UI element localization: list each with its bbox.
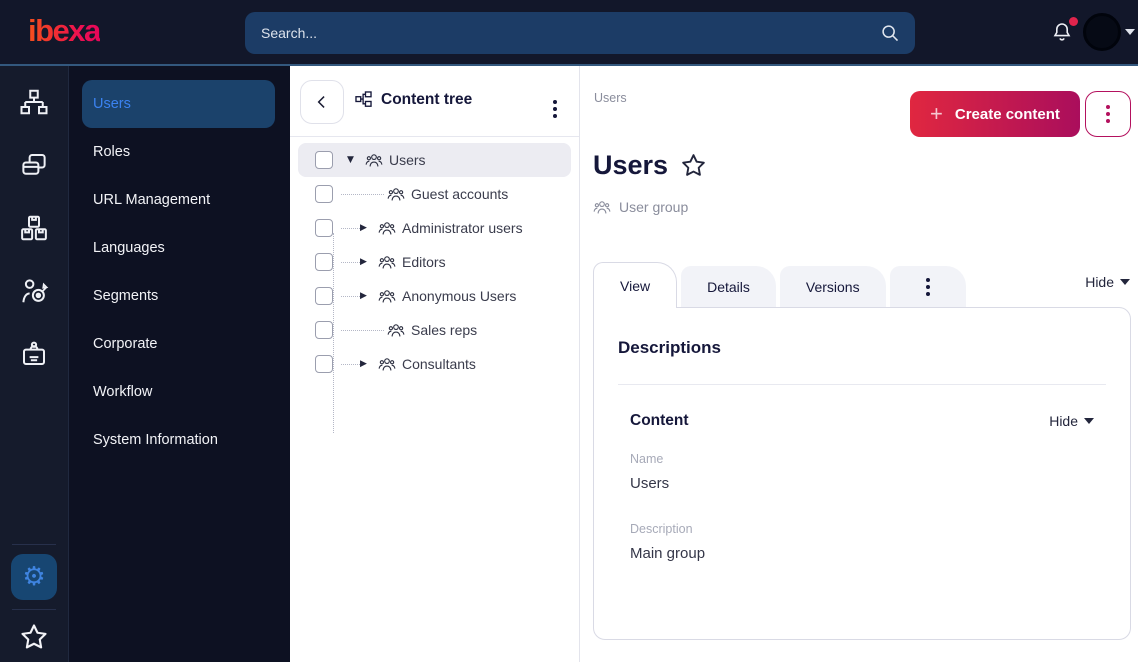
search-input[interactable] (245, 12, 915, 54)
expand-arrow-icon[interactable]: ▶ (360, 291, 375, 301)
user-group-icon (378, 355, 396, 373)
tree-item-sales-reps[interactable]: Sales reps (298, 313, 571, 347)
field-value: Users (630, 475, 670, 492)
expand-arrow-icon[interactable]: ▼ (347, 155, 362, 165)
content-tabs: View Details Versions (593, 262, 970, 308)
sidebar-item-users[interactable]: Users (82, 80, 275, 128)
field-label: Name (630, 452, 664, 466)
rail-bottom-section: ⚙ (0, 544, 68, 662)
user-menu-caret-icon[interactable] (1125, 29, 1135, 35)
user-group-icon (378, 253, 396, 271)
tree-item-administrator-users[interactable]: ▶ Administrator users (298, 211, 571, 245)
tab-more[interactable] (889, 266, 966, 308)
divider (618, 384, 1106, 385)
admin-menu: Users Roles URL Management Languages Seg… (69, 66, 290, 464)
sidebar-item-corporate[interactable]: Corporate (69, 320, 290, 368)
field-value: Main group (630, 545, 706, 562)
tab-versions[interactable]: Versions (779, 266, 886, 308)
tree-checkbox[interactable] (315, 287, 333, 305)
pages-icon[interactable] (16, 147, 52, 183)
user-group-icon (365, 151, 383, 169)
rail-divider (12, 544, 56, 545)
collapse-tree-button[interactable] (300, 80, 344, 124)
admin-sidebar: Users Roles URL Management Languages Seg… (69, 66, 290, 662)
descriptions-heading: Descriptions (618, 338, 721, 357)
chevron-left-icon (317, 96, 325, 108)
more-options-button[interactable] (1085, 91, 1131, 137)
bookmarks-star-icon[interactable] (19, 622, 49, 652)
top-bar: ibexa (0, 0, 1138, 66)
main-icon-rail: ⚙ (0, 66, 69, 662)
gear-icon: ⚙ (22, 562, 46, 592)
caret-down-icon (1120, 279, 1130, 285)
content-type-label-row: User group (593, 198, 688, 216)
tree-item-guest-accounts[interactable]: Guest accounts (298, 177, 571, 211)
tree-checkbox[interactable] (315, 321, 333, 339)
content-hide-toggle[interactable]: Hide (1049, 413, 1094, 429)
kebab-icon (1102, 101, 1114, 127)
main-content: Users + Create content Users User group … (581, 66, 1138, 662)
tree-item-consultants[interactable]: ▶ Consultants (298, 347, 571, 381)
tree-checkbox[interactable] (315, 219, 333, 237)
content-tree-panel: Content tree ▼ Users Guest accounts ▶ Ad… (290, 66, 580, 662)
user-avatar[interactable] (1083, 13, 1121, 51)
global-search (245, 12, 915, 54)
user-group-icon (387, 185, 405, 203)
hide-toggle[interactable]: Hide (1085, 274, 1130, 290)
tree-item-anonymous-users[interactable]: ▶ Anonymous Users (298, 279, 571, 313)
user-group-icon (378, 219, 396, 237)
sidebar-item-segments[interactable]: Segments (69, 272, 290, 320)
tree-item-editors[interactable]: ▶ Editors (298, 245, 571, 279)
user-group-icon (593, 198, 611, 216)
breadcrumb[interactable]: Users (594, 91, 627, 105)
notifications-button[interactable] (1050, 17, 1078, 46)
sidebar-item-url-management[interactable]: URL Management (69, 176, 290, 224)
sidebar-item-roles[interactable]: Roles (69, 128, 290, 176)
expand-arrow-icon[interactable]: ▶ (360, 223, 375, 233)
tree-options-button[interactable] (549, 96, 561, 122)
view-tab-card: Descriptions Content Hide Name Users Des… (593, 307, 1131, 640)
create-content-button[interactable]: + Create content (910, 91, 1080, 137)
favorite-star-icon[interactable] (680, 152, 707, 179)
content-section-heading: Content (630, 412, 689, 429)
user-group-icon (387, 321, 405, 339)
tab-view[interactable]: View (593, 262, 678, 308)
content-tree-title: Content tree (381, 90, 473, 108)
settings-gear-button[interactable]: ⚙ (11, 554, 57, 600)
caret-down-icon (1084, 418, 1094, 424)
expand-arrow-icon[interactable]: ▶ (360, 359, 375, 369)
field-name: Name Users (630, 452, 1106, 492)
sidebar-item-system-information[interactable]: System Information (69, 416, 290, 464)
personalization-icon[interactable] (16, 273, 52, 309)
tree-item-users[interactable]: ▼ Users (298, 143, 571, 177)
tree-checkbox[interactable] (315, 151, 333, 169)
tree-icon (354, 90, 373, 109)
rail-divider (12, 609, 56, 610)
ibexa-logo[interactable]: ibexa (28, 13, 101, 49)
product-catalog-icon[interactable] (16, 210, 52, 246)
content-structure-icon[interactable] (16, 84, 52, 120)
sidebar-item-workflow[interactable]: Workflow (69, 368, 290, 416)
tree-checkbox[interactable] (315, 185, 333, 203)
field-description: Description Main group (630, 522, 1106, 562)
plus-icon: + (930, 101, 943, 126)
content-tree-header: Content tree (290, 66, 579, 137)
user-group-icon (378, 287, 396, 305)
page-title: Users (593, 150, 669, 180)
corporate-badge-icon[interactable] (16, 336, 52, 372)
notification-badge (1069, 17, 1078, 26)
tree-checkbox[interactable] (315, 253, 333, 271)
tree-checkbox[interactable] (315, 355, 333, 373)
kebab-icon (922, 274, 934, 300)
expand-arrow-icon[interactable]: ▶ (360, 257, 375, 267)
search-icon[interactable] (879, 22, 901, 44)
field-label: Description (630, 522, 693, 536)
tab-details[interactable]: Details (681, 266, 776, 308)
content-tree-list: ▼ Users Guest accounts ▶ Administrator u… (290, 137, 579, 433)
sidebar-item-languages[interactable]: Languages (69, 224, 290, 272)
